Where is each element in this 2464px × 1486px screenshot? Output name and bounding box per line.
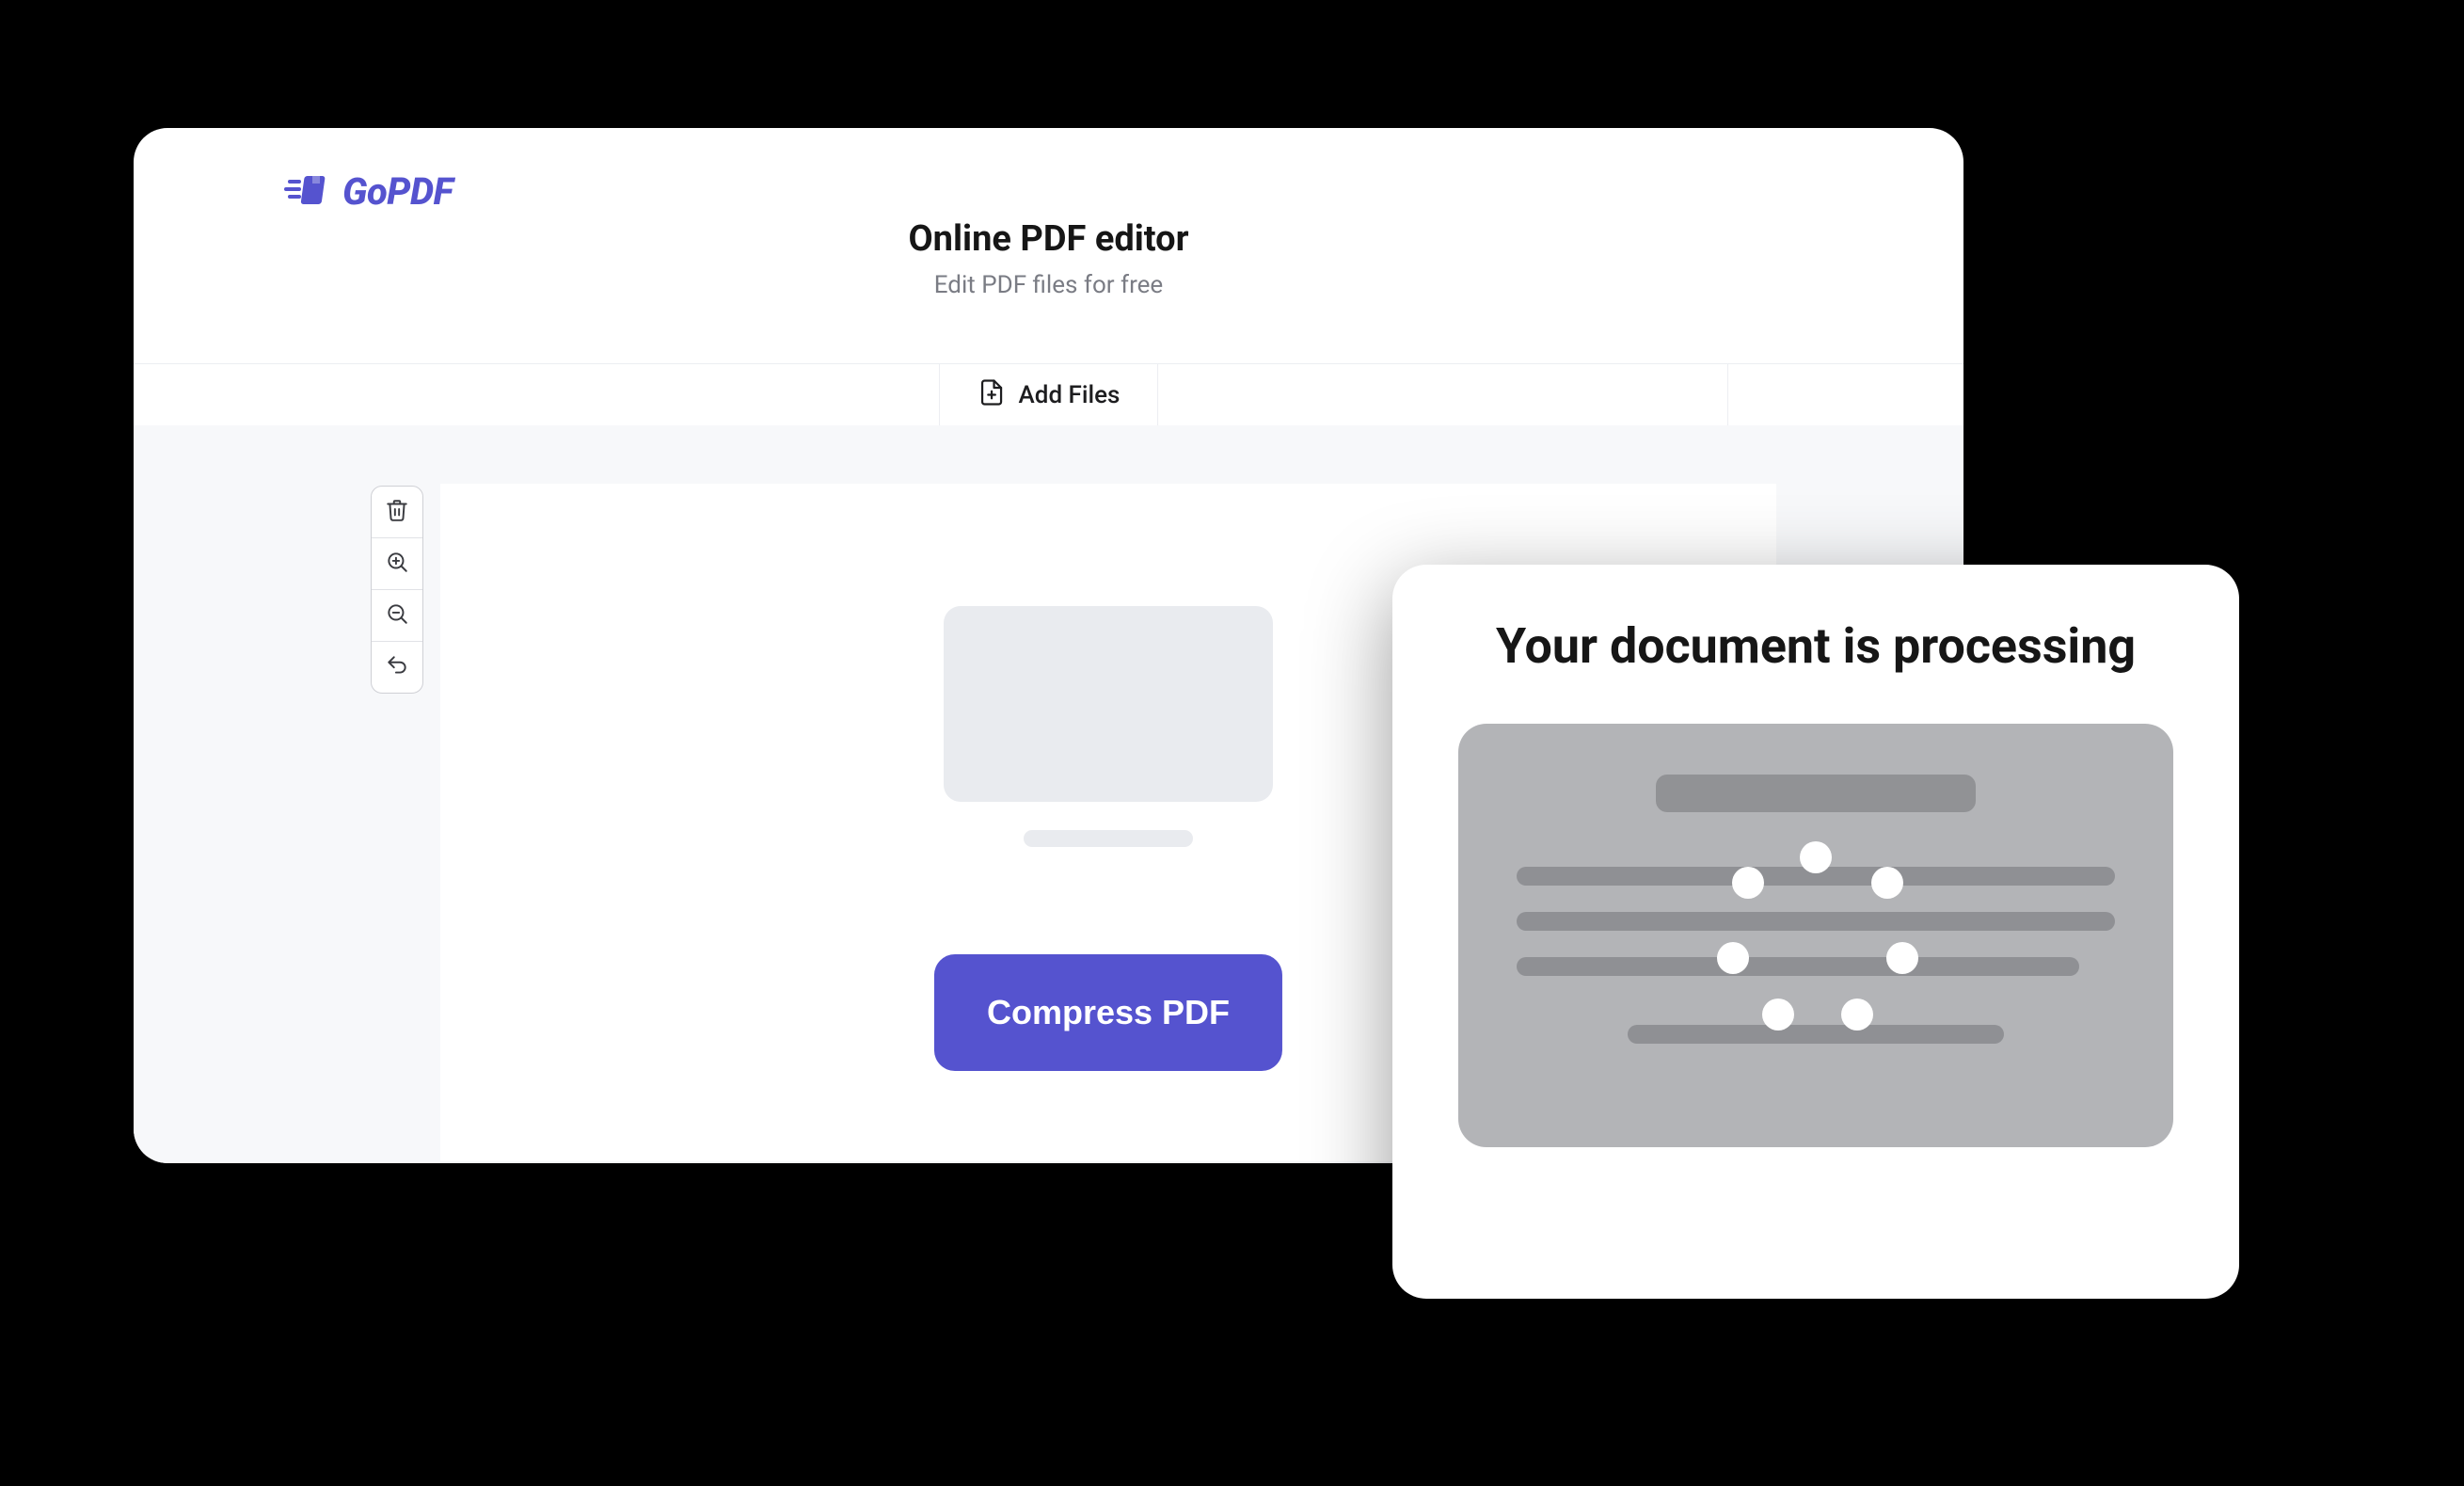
processing-document-illustration	[1458, 724, 2173, 1147]
trash-icon	[385, 498, 409, 526]
document-caption-placeholder	[1024, 830, 1193, 847]
zoom-out-button[interactable]	[372, 590, 422, 642]
brand-logo[interactable]: GoPDF	[284, 169, 453, 214]
processing-title: Your document is processing	[1445, 615, 2186, 677]
toolbar: Add Files	[134, 364, 1963, 427]
delete-button[interactable]	[372, 487, 422, 538]
add-file-icon	[978, 378, 1006, 413]
compress-pdf-button[interactable]: Compress PDF	[934, 954, 1282, 1071]
undo-button[interactable]	[372, 642, 422, 693]
loading-spinner-icon	[1722, 841, 1910, 1030]
zoom-in-icon	[385, 550, 409, 578]
zoom-out-icon	[385, 601, 409, 630]
processing-card: Your document is processing	[1392, 565, 2239, 1299]
brand-name: GoPDF	[342, 169, 453, 214]
compress-pdf-label: Compress PDF	[987, 993, 1230, 1032]
app-header: GoPDF Online PDF editor Edit PDF files f…	[134, 128, 1963, 364]
brand-icon	[284, 174, 329, 210]
zoom-in-button[interactable]	[372, 538, 422, 590]
placeholder-bar	[1656, 775, 1976, 812]
add-files-label: Add Files	[1019, 381, 1121, 409]
page-subtitle: Edit PDF files for free	[134, 271, 1963, 299]
tool-strip	[371, 486, 423, 694]
page-title: Online PDF editor	[134, 218, 1963, 260]
toolbar-divider	[1727, 364, 1728, 426]
add-files-button[interactable]: Add Files	[939, 364, 1159, 426]
undo-icon	[385, 653, 409, 681]
document-thumbnail-placeholder	[944, 606, 1273, 802]
